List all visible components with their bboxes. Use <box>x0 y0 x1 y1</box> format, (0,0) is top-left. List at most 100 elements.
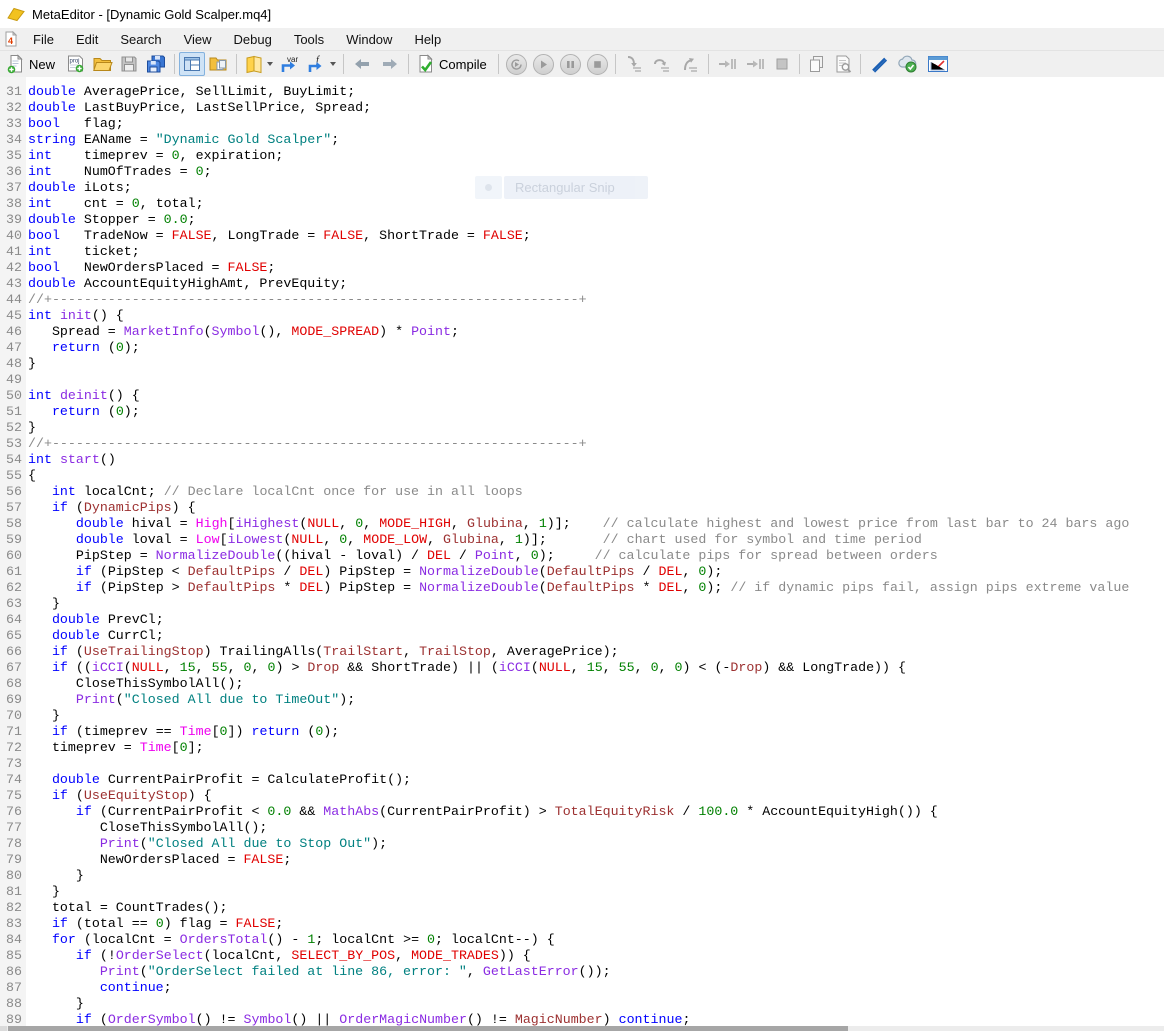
code-line[interactable]: 46 Spread = MarketInfo(Symbol(), MODE_SP… <box>0 324 1164 340</box>
code-line[interactable]: 73 <box>0 756 1164 772</box>
new-project-button[interactable]: proj <box>62 52 89 76</box>
code-line[interactable]: 66 if (UseTrailingStop) TrailingAlls(Tra… <box>0 644 1164 660</box>
code-line[interactable]: 64 double PrevCl; <box>0 612 1164 628</box>
menu-file[interactable]: File <box>22 28 65 50</box>
code-line[interactable]: 77 CloseThisSymbolAll(); <box>0 820 1164 836</box>
code-line[interactable]: 82 total = CountTrades(); <box>0 900 1164 916</box>
code-line[interactable]: 70 } <box>0 708 1164 724</box>
code-line[interactable]: 87 continue; <box>0 980 1164 996</box>
back-button[interactable] <box>348 52 376 76</box>
code-line[interactable]: 84 for (localCnt = OrdersTotal() - 1; lo… <box>0 932 1164 948</box>
code-line[interactable]: 83 if (total == 0) flag = FALSE; <box>0 916 1164 932</box>
menu-debug[interactable]: Debug <box>223 28 283 50</box>
goto-variable-button[interactable]: var <box>276 52 304 76</box>
code-line[interactable]: 43double AccountEquityHighAmt, PrevEquit… <box>0 276 1164 292</box>
step-out-button[interactable] <box>676 52 704 76</box>
next-breakpoint-button[interactable] <box>713 52 741 76</box>
code-line[interactable]: 69 Print("Closed All due to TimeOut"); <box>0 692 1164 708</box>
save-button[interactable] <box>116 52 142 76</box>
menu-help[interactable]: Help <box>403 28 452 50</box>
code-line[interactable]: 74 double CurrentPairProfit = CalculateP… <box>0 772 1164 788</box>
stop-debugging-button[interactable] <box>584 52 611 76</box>
tile-windows-button[interactable] <box>179 52 205 76</box>
goto-function-button[interactable]: f <box>304 52 339 76</box>
code-line[interactable]: 32double LastBuyPrice, LastSellPrice, Sp… <box>0 100 1164 116</box>
menu-tools[interactable]: Tools <box>283 28 335 50</box>
code-line[interactable]: 80 } <box>0 868 1164 884</box>
line-number: 50 <box>0 388 26 404</box>
code-line[interactable]: 79 NewOrdersPlaced = FALSE; <box>0 852 1164 868</box>
code-line[interactable]: 58 double hival = High[iHighest(NULL, 0,… <box>0 516 1164 532</box>
code-line[interactable]: 44//+-----------------------------------… <box>0 292 1164 308</box>
code-line[interactable]: 42bool NewOrdersPlaced = FALSE; <box>0 260 1164 276</box>
code-line[interactable]: 88 } <box>0 996 1164 1012</box>
code-line[interactable]: 57 if (DynamicPips) { <box>0 500 1164 516</box>
code-line[interactable]: 67 if ((iCCI(NULL, 15, 55, 0, 0) > Drop … <box>0 660 1164 676</box>
start-debugging-button[interactable] <box>503 52 530 76</box>
code-line[interactable]: 41int ticket; <box>0 244 1164 260</box>
code-line[interactable]: 50int deinit() { <box>0 388 1164 404</box>
forward-button[interactable] <box>376 52 404 76</box>
horizontal-scrollbar[interactable] <box>0 1026 1164 1031</box>
code-line[interactable]: 45int init() { <box>0 308 1164 324</box>
code-editor[interactable]: 31double AveragePrice, SellLimit, BuyLim… <box>0 77 1164 1031</box>
open-chart-button[interactable] <box>923 52 953 76</box>
code-line[interactable]: 55{ <box>0 468 1164 484</box>
styler-button[interactable] <box>865 52 893 76</box>
code-line[interactable]: 51 return (0); <box>0 404 1164 420</box>
line-number: 86 <box>0 964 26 980</box>
code-line[interactable]: 71 if (timeprev == Time[0]) return (0); <box>0 724 1164 740</box>
copy-button[interactable] <box>804 52 830 76</box>
code-line[interactable]: 72 timeprev = Time[0]; <box>0 740 1164 756</box>
toolbar-separator <box>408 54 409 74</box>
line-number: 82 <box>0 900 26 916</box>
code-line[interactable]: 33bool flag; <box>0 116 1164 132</box>
step-over-button[interactable] <box>648 52 676 76</box>
code-line[interactable]: 52} <box>0 420 1164 436</box>
scroll-left-arrow[interactable] <box>0 1026 7 1031</box>
code-line[interactable]: 61 if (PipStep < DefaultPips / DEL) PipS… <box>0 564 1164 580</box>
snippets-button[interactable] <box>241 52 276 76</box>
prev-breakpoint-button[interactable] <box>741 52 769 76</box>
step-into-button[interactable] <box>620 52 648 76</box>
new-file-button[interactable]: New <box>3 52 62 76</box>
code-line[interactable]: 68 CloseThisSymbolAll(); <box>0 676 1164 692</box>
print-preview-button[interactable] <box>830 52 856 76</box>
code-line[interactable]: 63 } <box>0 596 1164 612</box>
code-line[interactable]: 35int timeprev = 0, expiration; <box>0 148 1164 164</box>
open-file-button[interactable] <box>89 52 116 76</box>
menu-view[interactable]: View <box>173 28 223 50</box>
navigator-button[interactable] <box>205 52 232 76</box>
menu-window[interactable]: Window <box>335 28 403 50</box>
copy-icon <box>807 54 827 74</box>
code-line[interactable]: 59 double loval = Low[iLowest(NULL, 0, M… <box>0 532 1164 548</box>
code-line[interactable]: 75 if (UseEquityStop) { <box>0 788 1164 804</box>
menu-search[interactable]: Search <box>109 28 172 50</box>
code-line[interactable]: 60 PipStep = NormalizeDouble((hival - lo… <box>0 548 1164 564</box>
compile-button[interactable]: Compile <box>413 52 494 76</box>
code-line[interactable]: 56 int localCnt; // Declare localCnt onc… <box>0 484 1164 500</box>
continue-debugging-button[interactable] <box>530 52 557 76</box>
pause-debugging-button[interactable] <box>557 52 584 76</box>
save-all-button[interactable] <box>142 52 170 76</box>
code-line[interactable]: 54int start() <box>0 452 1164 468</box>
code-line[interactable]: 47 return (0); <box>0 340 1164 356</box>
code-line[interactable]: 78 Print("Closed All due to Stop Out"); <box>0 836 1164 852</box>
code-line[interactable]: 65 double CurrCl; <box>0 628 1164 644</box>
code-line[interactable]: 40bool TradeNow = FALSE, LongTrade = FAL… <box>0 228 1164 244</box>
menu-edit[interactable]: Edit <box>65 28 109 50</box>
code-line[interactable]: 86 Print("OrderSelect failed at line 86,… <box>0 964 1164 980</box>
code-line[interactable]: 53//+-----------------------------------… <box>0 436 1164 452</box>
scrollbar-thumb[interactable] <box>8 1026 848 1031</box>
delete-breakpoints-button[interactable] <box>769 52 795 76</box>
code-line[interactable]: 81 } <box>0 884 1164 900</box>
code-line[interactable]: 62 if (PipStep > DefaultPips * DEL) PipS… <box>0 580 1164 596</box>
code-line[interactable]: 49 <box>0 372 1164 388</box>
code-line[interactable]: 31double AveragePrice, SellLimit, BuyLim… <box>0 84 1164 100</box>
storage-button[interactable] <box>893 52 923 76</box>
code-line[interactable]: 48} <box>0 356 1164 372</box>
code-line[interactable]: 85 if (!OrderSelect(localCnt, SELECT_BY_… <box>0 948 1164 964</box>
code-line[interactable]: 34string EAName = "Dynamic Gold Scalper"… <box>0 132 1164 148</box>
code-line[interactable]: 76 if (CurrentPairProfit < 0.0 && MathAb… <box>0 804 1164 820</box>
code-line[interactable]: 39double Stopper = 0.0; <box>0 212 1164 228</box>
